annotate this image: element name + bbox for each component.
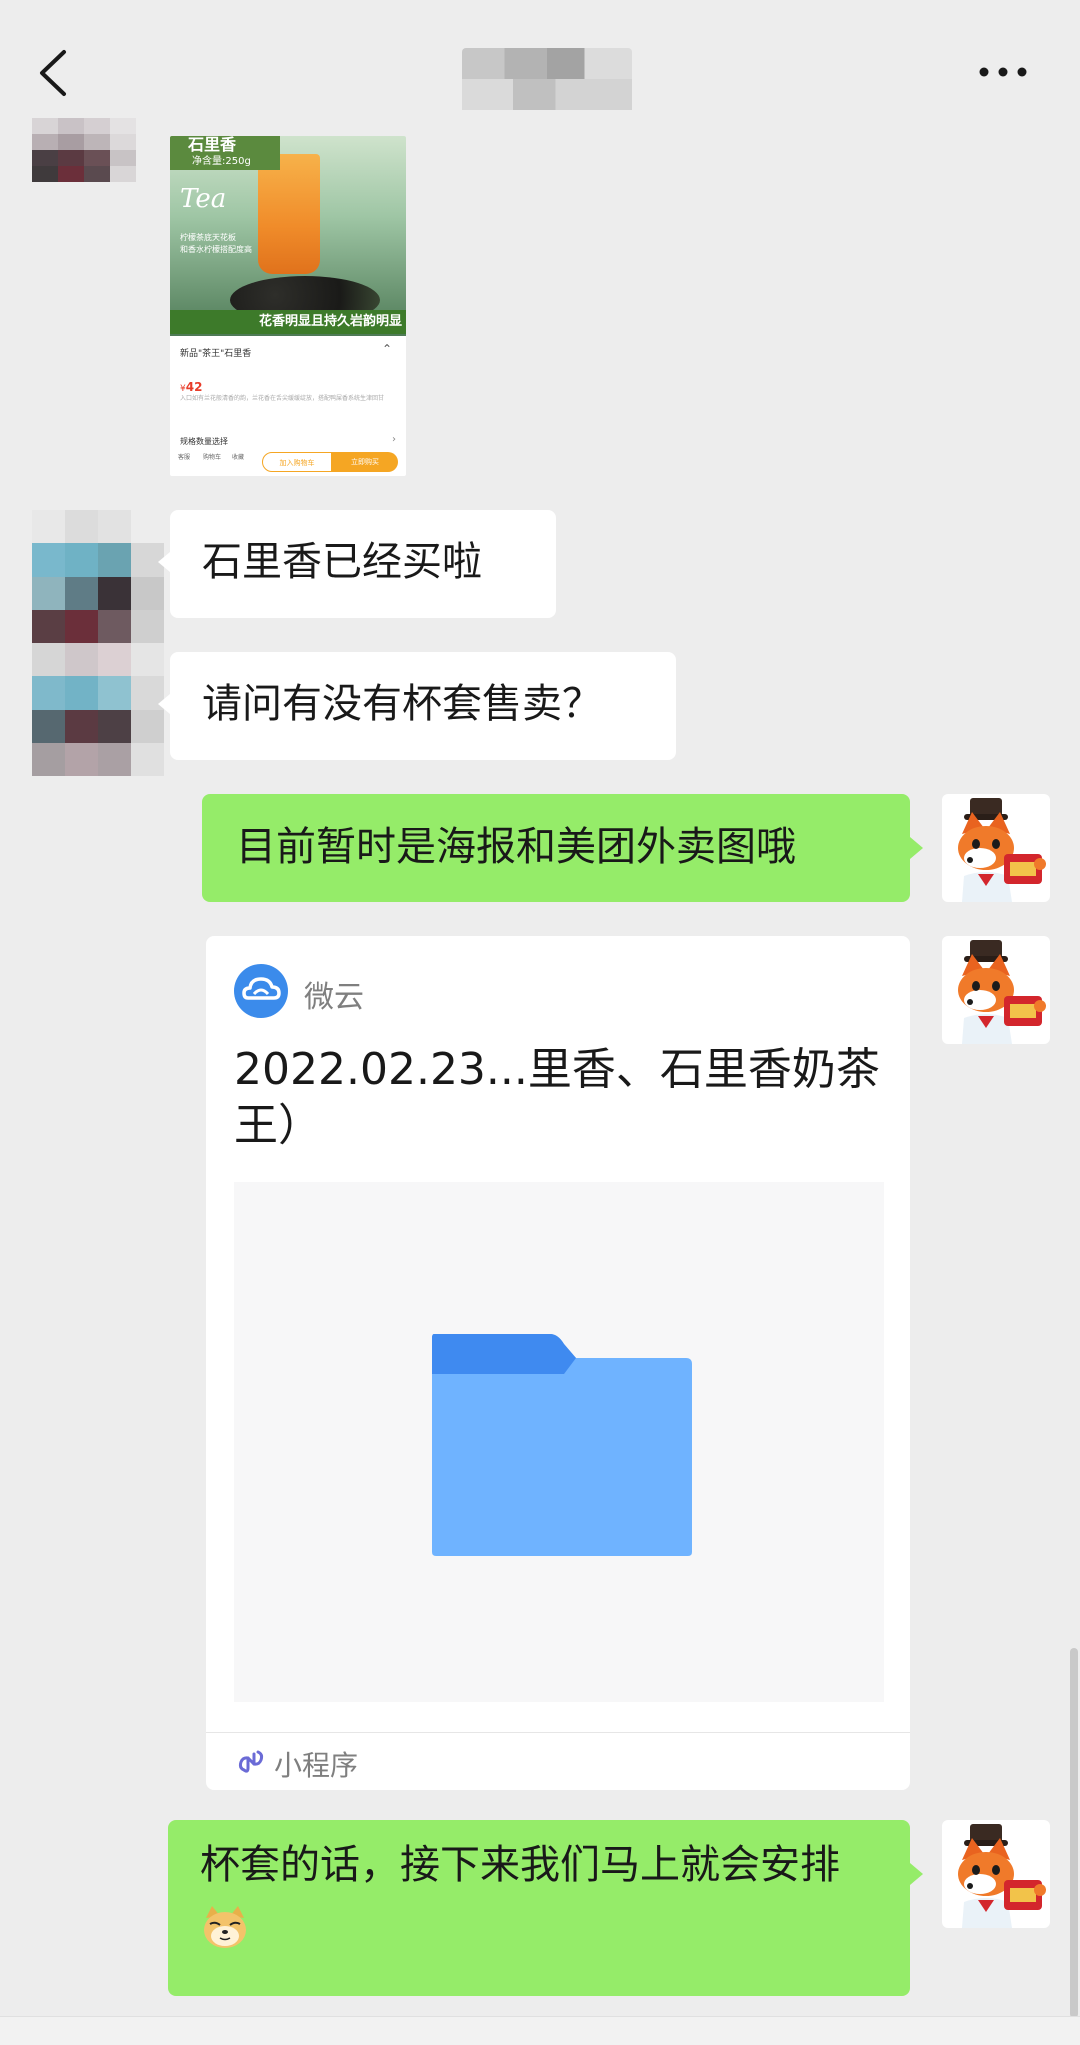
- message-bubble-outgoing[interactable]: 杯套的话，接下来我们马上就会安排: [168, 1820, 910, 1996]
- product-note: 入口如有兰花般清香的韵，兰花香在舌尖缓缓绽放，搭配鸭屎香系统生津回甘: [180, 395, 385, 402]
- card-divider: [206, 1732, 910, 1733]
- message-bubble-outgoing[interactable]: 目前暂时是海报和美团外卖图哦: [202, 794, 910, 902]
- product-screenshot-image[interactable]: 石里香 净含量:250g Tea 柠檬茶底天花板 和香水柠檬搭配度高 花香明显且…: [170, 136, 406, 476]
- input-bar-edge: [0, 2016, 1080, 2045]
- fox-mascot-icon: [958, 1824, 1046, 1928]
- scrollbar[interactable]: [1070, 1648, 1078, 2018]
- tea-cup-graphic: [258, 154, 320, 274]
- chevron-right-icon: ›: [392, 434, 396, 445]
- message-text: 石里香已经买啦: [202, 539, 482, 585]
- bubble-tail: [910, 837, 923, 859]
- bubble-tail: [910, 1863, 923, 1885]
- message-text: 目前暂时是海报和美团外卖图哦: [236, 824, 796, 870]
- bubble-tail: [158, 552, 170, 572]
- product-desc-line1: 柠檬茶底天花板: [180, 233, 236, 242]
- product-nav-favorite: 收藏: [231, 454, 244, 461]
- fox-mascot-icon: [958, 940, 1046, 1044]
- self-avatar-fox[interactable]: [942, 794, 1050, 902]
- product-net-weight: 净含量:250g: [192, 156, 251, 167]
- product-add-cart-label: 加入购物车: [262, 452, 332, 472]
- bubble-tail: [158, 694, 170, 714]
- weiyun-logo-icon: [234, 964, 288, 1018]
- mini-program-icon: [238, 1750, 264, 1773]
- product-name: 新品"茶王"石里香: [180, 349, 252, 359]
- self-avatar-fox[interactable]: [942, 936, 1050, 1044]
- product-photo: 石里香 净含量:250g Tea 柠檬茶底天花板 和香水柠檬搭配度高 花香明显且…: [170, 136, 406, 336]
- self-avatar-fox[interactable]: [942, 1820, 1050, 1928]
- mini-program-label: 小程序: [274, 1749, 359, 1782]
- chevron-up-icon: ⌃: [382, 342, 393, 356]
- mini-program-card[interactable]: 微云 2022.02.23...里香、石里香奶茶王） 小程序: [206, 936, 910, 1790]
- product-banner: 花香明显且持久岩韵明显: [170, 310, 406, 334]
- card-source-name: 微云: [304, 980, 364, 1015]
- doge-emoji-icon: [204, 1906, 246, 1948]
- product-spec-label: 规格数量选择: [180, 437, 228, 446]
- contact-avatar-blurred[interactable]: [32, 510, 164, 776]
- message-text: 杯套的话，接下来我们马上就会安排: [200, 1842, 840, 1888]
- fox-mascot-icon: [958, 798, 1046, 902]
- card-title: 2022.02.23...里香、石里香奶茶王）: [234, 1044, 880, 1151]
- product-nav-service: 客服: [177, 454, 190, 461]
- product-price: ¥42: [180, 380, 203, 394]
- contact-avatar-blurred[interactable]: [32, 118, 136, 182]
- folder-icon: [432, 1334, 692, 1556]
- card-preview: [234, 1182, 884, 1702]
- product-nav-cart: 购物车: [202, 454, 221, 461]
- message-bubble-incoming[interactable]: 请问有没有杯套售卖？: [170, 652, 676, 760]
- chat-title-blurred: [462, 48, 632, 110]
- back-arrow-icon[interactable]: [34, 48, 74, 98]
- product-tea-label: Tea: [180, 184, 227, 214]
- product-desc-line2: 和香水柠檬搭配度高: [180, 245, 252, 254]
- message-text: 请问有没有杯套售卖？: [202, 681, 602, 727]
- more-options-icon[interactable]: [978, 66, 1028, 78]
- message-bubble-incoming[interactable]: 石里香已经买啦: [170, 510, 556, 618]
- product-buy-now-label: 立即购买: [332, 452, 398, 472]
